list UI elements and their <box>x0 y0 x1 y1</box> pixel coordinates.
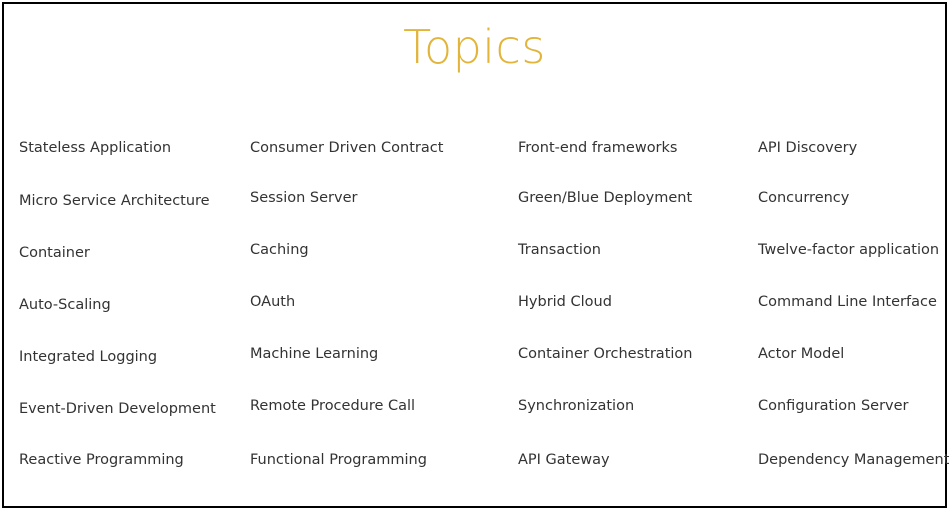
topic-item: Functional Programming <box>250 452 427 468</box>
topic-item: Stateless Application <box>19 140 172 156</box>
topic-item: Micro Service Architecture <box>19 193 210 209</box>
slide-title: Topics <box>403 20 546 74</box>
topic-item: Caching <box>250 242 309 258</box>
topic-item: Dependency Management <box>758 452 949 468</box>
topic-item: Event-Driven Development <box>19 401 216 417</box>
topic-item: Hybrid Cloud <box>518 294 612 310</box>
topic-item: Twelve-factor application <box>758 242 940 258</box>
topic-item: Green/Blue Deployment <box>518 190 693 206</box>
topic-item: Integrated Logging <box>19 349 158 365</box>
topic-item: Command Line Interface <box>758 294 937 310</box>
topic-item: Consumer Driven Contract <box>250 140 444 156</box>
topic-item: Transaction <box>518 242 601 258</box>
topic-item: Container <box>19 245 90 261</box>
topic-item: API Discovery <box>758 140 858 156</box>
topic-item: Machine Learning <box>250 346 379 362</box>
topic-item: Remote Procedure Call <box>250 398 416 414</box>
topic-item: Container Orchestration <box>518 346 693 362</box>
topics-slide: Topics Stateless Application Micro Servi… <box>2 2 949 508</box>
topic-item: OAuth <box>250 294 296 310</box>
topic-item: Auto-Scaling <box>19 297 111 313</box>
topic-item: Synchronization <box>518 398 635 414</box>
topic-item: Front-end frameworks <box>518 140 678 156</box>
topic-item: Actor Model <box>758 346 845 362</box>
topic-item: Reactive Programming <box>19 452 184 468</box>
topic-item: Configuration Server <box>758 398 909 414</box>
topic-item: API Gateway <box>518 452 610 468</box>
topic-item: Session Server <box>250 190 358 206</box>
topic-item: Concurrency <box>758 190 850 206</box>
